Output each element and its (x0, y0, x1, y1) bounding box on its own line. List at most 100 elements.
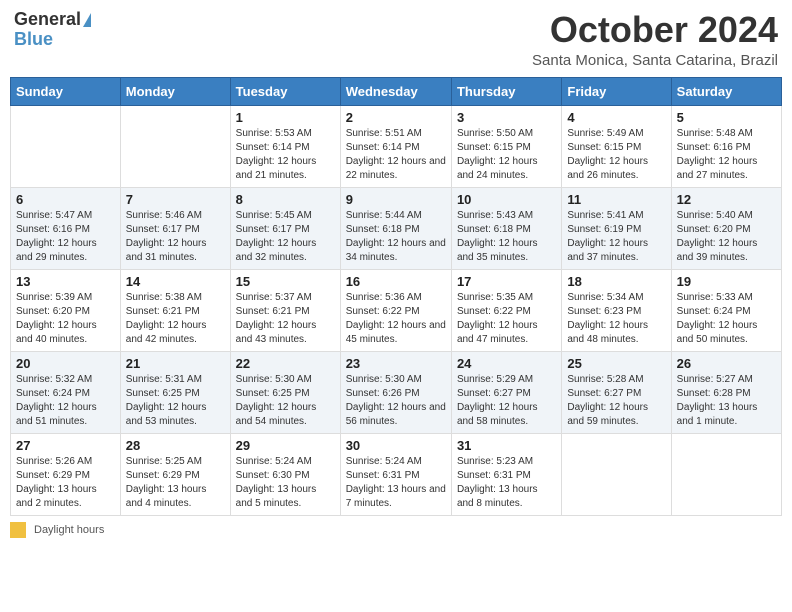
day-number: 4 (567, 110, 665, 125)
day-number: 28 (126, 438, 225, 453)
day-info: Sunrise: 5:40 AMSunset: 6:20 PMDaylight:… (677, 209, 776, 265)
day-info: Sunrise: 5:53 AMSunset: 6:14 PMDaylight:… (236, 127, 335, 183)
day-number: 9 (346, 192, 446, 207)
calendar-cell: 27Sunrise: 5:26 AMSunset: 6:29 PMDayligh… (11, 433, 121, 515)
calendar-cell: 12 Sunrise: 5:40 AMSunset: 6:20 PMDayligh… (671, 187, 781, 269)
calendar-cell: 15 Sunrise: 5:37 AMSunset: 6:21 PMDayligh… (230, 269, 340, 351)
day-info: Sunrise: 5:29 AMSunset: 6:27 PMDaylight:… (457, 373, 556, 429)
week-row-3: 13 Sunrise: 5:39 AMSunset: 6:20 PMDayligh… (11, 269, 782, 351)
header-wednesday: Wednesday (340, 77, 451, 105)
logo-triangle-icon (83, 13, 91, 27)
daylight-label: Daylight hours (34, 524, 104, 536)
calendar-cell: 24 Sunrise: 5:29 AMSunset: 6:27 PMDayligh… (451, 351, 561, 433)
day-info: Sunrise: 5:30 AMSunset: 6:25 PMDaylight:… (236, 373, 335, 429)
day-number: 19 (677, 274, 776, 289)
day-info: Sunrise: 5:41 AMSunset: 6:19 PMDaylight:… (567, 209, 665, 265)
calendar-table: SundayMondayTuesdayWednesdayThursdayFrid… (10, 77, 782, 516)
day-number: 14 (126, 274, 225, 289)
day-info: Sunrise: 5:33 AMSunset: 6:24 PMDaylight:… (677, 291, 776, 347)
day-info: Sunrise: 5:35 AMSunset: 6:22 PMDaylight:… (457, 291, 556, 347)
day-number: 18 (567, 274, 665, 289)
day-info: Sunrise: 5:37 AMSunset: 6:21 PMDaylight:… (236, 291, 335, 347)
calendar-cell: 23Sunrise: 5:30 AMSunset: 6:26 PMDayligh… (340, 351, 451, 433)
calendar-cell: 31 Sunrise: 5:23 AMSunset: 6:31 PMDayligh… (451, 433, 561, 515)
day-info: Sunrise: 5:32 AMSunset: 6:24 PMDaylight:… (16, 373, 115, 429)
day-info: Sunrise: 5:47 AMSunset: 6:16 PMDaylight:… (16, 209, 115, 265)
day-number: 15 (236, 274, 335, 289)
day-number: 20 (16, 356, 115, 371)
calendar-cell: 18 Sunrise: 5:34 AMSunset: 6:23 PMDayligh… (562, 269, 671, 351)
calendar-cell: 1 Sunrise: 5:53 AMSunset: 6:14 PMDaylight… (230, 105, 340, 187)
calendar-cell: 5 Sunrise: 5:48 AMSunset: 6:16 PMDaylight… (671, 105, 781, 187)
calendar-cell: 26Sunrise: 5:27 AMSunset: 6:28 PMDayligh… (671, 351, 781, 433)
day-info: Sunrise: 5:51 AMSunset: 6:14 PMDaylight:… (346, 127, 446, 183)
calendar-cell: 22 Sunrise: 5:30 AMSunset: 6:25 PMDayligh… (230, 351, 340, 433)
calendar-cell: 6 Sunrise: 5:47 AMSunset: 6:16 PMDaylight… (11, 187, 121, 269)
week-row-5: 27Sunrise: 5:26 AMSunset: 6:29 PMDayligh… (11, 433, 782, 515)
day-number: 11 (567, 192, 665, 207)
day-number: 5 (677, 110, 776, 125)
day-number: 12 (677, 192, 776, 207)
logo-blue-text: Blue (14, 30, 53, 50)
logo-general-text: General (14, 10, 81, 30)
calendar-cell: 14Sunrise: 5:38 AMSunset: 6:21 PMDayligh… (120, 269, 230, 351)
day-info: Sunrise: 5:44 AMSunset: 6:18 PMDaylight:… (346, 209, 446, 265)
calendar-cell: 17Sunrise: 5:35 AMSunset: 6:22 PMDayligh… (451, 269, 561, 351)
day-info: Sunrise: 5:31 AMSunset: 6:25 PMDaylight:… (126, 373, 225, 429)
day-info: Sunrise: 5:50 AMSunset: 6:15 PMDaylight:… (457, 127, 556, 183)
header-thursday: Thursday (451, 77, 561, 105)
calendar-cell: 19 Sunrise: 5:33 AMSunset: 6:24 PMDayligh… (671, 269, 781, 351)
week-row-1: 1 Sunrise: 5:53 AMSunset: 6:14 PMDaylight… (11, 105, 782, 187)
header-monday: Monday (120, 77, 230, 105)
calendar-cell: 11 Sunrise: 5:41 AMSunset: 6:19 PMDayligh… (562, 187, 671, 269)
day-number: 30 (346, 438, 446, 453)
page-header: General Blue October 2024 Santa Monica, … (10, 10, 782, 69)
calendar-cell: 13 Sunrise: 5:39 AMSunset: 6:20 PMDayligh… (11, 269, 121, 351)
calendar-cell: 9 Sunrise: 5:44 AMSunset: 6:18 PMDaylight… (340, 187, 451, 269)
day-info: Sunrise: 5:49 AMSunset: 6:15 PMDaylight:… (567, 127, 665, 183)
month-title: October 2024 (532, 10, 778, 50)
day-info: Sunrise: 5:23 AMSunset: 6:31 PMDaylight:… (457, 455, 556, 511)
day-info: Sunrise: 5:48 AMSunset: 6:16 PMDaylight:… (677, 127, 776, 183)
calendar-cell: 4 Sunrise: 5:49 AMSunset: 6:15 PMDaylight… (562, 105, 671, 187)
daylight-color-box (10, 522, 26, 538)
calendar-cell: 2 Sunrise: 5:51 AMSunset: 6:14 PMDaylight… (340, 105, 451, 187)
day-number: 31 (457, 438, 556, 453)
day-number: 22 (236, 356, 335, 371)
day-info: Sunrise: 5:24 AMSunset: 6:30 PMDaylight:… (236, 455, 335, 511)
day-number: 27 (16, 438, 115, 453)
day-info: Sunrise: 5:43 AMSunset: 6:18 PMDaylight:… (457, 209, 556, 265)
calendar-cell: 21Sunrise: 5:31 AMSunset: 6:25 PMDayligh… (120, 351, 230, 433)
calendar-cell: 29Sunrise: 5:24 AMSunset: 6:30 PMDayligh… (230, 433, 340, 515)
day-number: 7 (126, 192, 225, 207)
day-info: Sunrise: 5:45 AMSunset: 6:17 PMDaylight:… (236, 209, 335, 265)
calendar-cell (562, 433, 671, 515)
day-number: 6 (16, 192, 115, 207)
day-info: Sunrise: 5:24 AMSunset: 6:31 PMDaylight:… (346, 455, 446, 511)
day-number: 13 (16, 274, 115, 289)
day-number: 24 (457, 356, 556, 371)
day-info: Sunrise: 5:39 AMSunset: 6:20 PMDaylight:… (16, 291, 115, 347)
calendar-cell (11, 105, 121, 187)
day-info: Sunrise: 5:36 AMSunset: 6:22 PMDaylight:… (346, 291, 446, 347)
location: Santa Monica, Santa Catarina, Brazil (532, 52, 778, 69)
calendar-cell (671, 433, 781, 515)
calendar-cell (120, 105, 230, 187)
header-friday: Friday (562, 77, 671, 105)
day-number: 16 (346, 274, 446, 289)
logo: General Blue (14, 10, 91, 50)
footer: Daylight hours (10, 522, 782, 538)
day-info: Sunrise: 5:34 AMSunset: 6:23 PMDaylight:… (567, 291, 665, 347)
calendar-cell: 7 Sunrise: 5:46 AMSunset: 6:17 PMDaylight… (120, 187, 230, 269)
title-block: October 2024 Santa Monica, Santa Catarin… (532, 10, 778, 69)
day-info: Sunrise: 5:27 AMSunset: 6:28 PMDaylight:… (677, 373, 776, 429)
calendar-cell: 3 Sunrise: 5:50 AMSunset: 6:15 PMDaylight… (451, 105, 561, 187)
calendar-cell: 30 Sunrise: 5:24 AMSunset: 6:31 PMDayligh… (340, 433, 451, 515)
day-number: 1 (236, 110, 335, 125)
calendar-cell: 20 Sunrise: 5:32 AMSunset: 6:24 PMDayligh… (11, 351, 121, 433)
day-info: Sunrise: 5:46 AMSunset: 6:17 PMDaylight:… (126, 209, 225, 265)
day-number: 3 (457, 110, 556, 125)
week-row-4: 20 Sunrise: 5:32 AMSunset: 6:24 PMDayligh… (11, 351, 782, 433)
header-tuesday: Tuesday (230, 77, 340, 105)
day-number: 2 (346, 110, 446, 125)
